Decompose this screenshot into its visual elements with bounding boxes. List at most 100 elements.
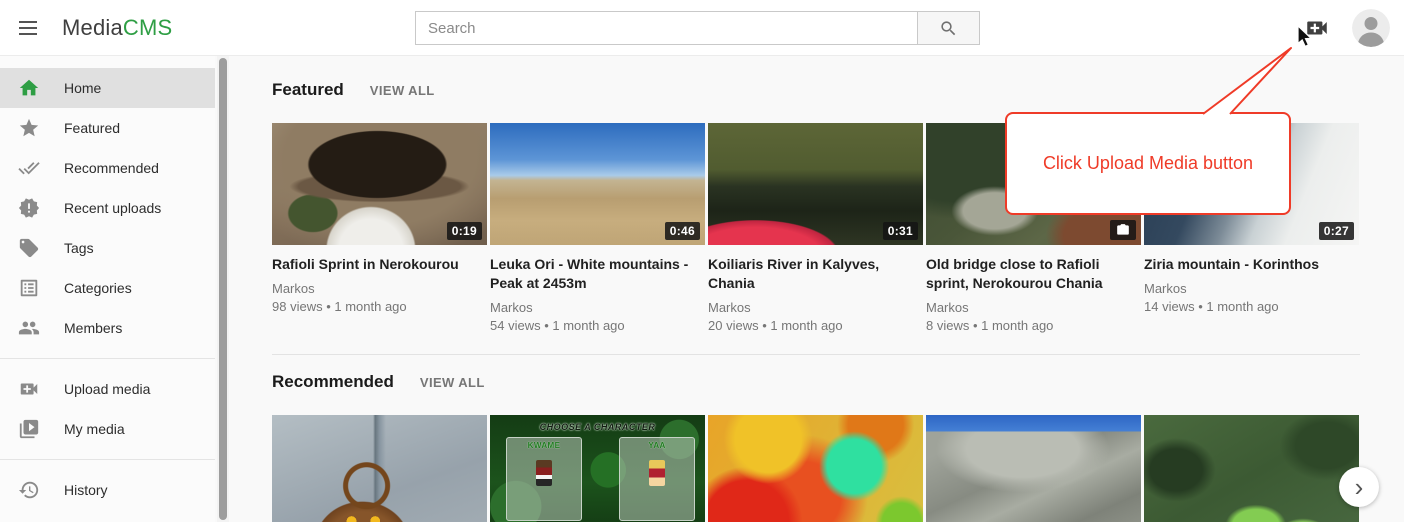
video-thumbnail-green-leaves[interactable]: [1144, 415, 1359, 522]
video-meta: 98 views • 1 month ago: [272, 299, 487, 314]
video-title[interactable]: Rafioli Sprint in Nerokourou: [272, 255, 487, 274]
sidebar-item-categories[interactable]: Categories: [0, 268, 215, 308]
recommended-cards-row: CHOOSE A CHARACTER KWAME YAA Selected Se…: [272, 415, 1404, 522]
video-title[interactable]: Leuka Ori - White mountains - Peak at 24…: [490, 255, 705, 293]
my-media-icon: [18, 418, 40, 440]
video-author[interactable]: Markos: [708, 300, 923, 315]
video-thumbnail-stone-fountain[interactable]: 0:19: [272, 123, 487, 245]
sidebar-item-recent-uploads[interactable]: Recent uploads: [0, 188, 215, 228]
sidebar-item-label: Members: [64, 320, 122, 336]
categories-icon: [18, 277, 40, 299]
double-check-icon: [18, 157, 40, 179]
section-recommended: Recommended VIEW ALL CHOOSE A CHARACTER …: [272, 372, 1404, 522]
game-character-name: KWAME: [507, 441, 581, 450]
new-releases-icon: [18, 197, 40, 219]
header-actions: [1304, 0, 1390, 56]
game-panel-left: KWAME: [506, 437, 582, 521]
upload-media-icon: [18, 378, 40, 400]
video-thumbnail-rocky-slope[interactable]: [926, 415, 1141, 522]
app-logo[interactable]: MediaCMS: [62, 15, 172, 41]
sidebar-item-recommended[interactable]: Recommended: [0, 148, 215, 188]
search-bar: [415, 11, 980, 45]
video-meta: 14 views • 1 month ago: [1144, 299, 1359, 314]
sidebar-divider: [0, 459, 215, 460]
sidebar-item-label: Recommended: [64, 160, 159, 176]
sidebar-item-label: Tags: [64, 240, 94, 256]
sidebar-item-label: My media: [64, 421, 125, 437]
tag-icon: [18, 237, 40, 259]
sidebar-item-label: Home: [64, 80, 101, 96]
video-title[interactable]: Old bridge close to Rafioli sprint, Nero…: [926, 255, 1141, 293]
sidebar-item-members[interactable]: Members: [0, 308, 215, 348]
video-author[interactable]: Markos: [1144, 281, 1359, 296]
video-meta: 54 views • 1 month ago: [490, 318, 705, 333]
duration-badge: 0:19: [447, 222, 482, 240]
duration-badge: 0:46: [665, 222, 700, 240]
scrollbar-thumb[interactable]: [219, 58, 227, 520]
sidebar-item-label: Recent uploads: [64, 200, 161, 216]
sidebar-item-tags[interactable]: Tags: [0, 228, 215, 268]
sidebar-divider: [0, 358, 215, 359]
game-character-sprite: [536, 460, 552, 486]
section-divider: [272, 354, 1360, 355]
sidebar-item-upload-media[interactable]: Upload media: [0, 369, 215, 409]
video-meta: 20 views • 1 month ago: [708, 318, 923, 333]
logo-cms: CMS: [123, 15, 173, 40]
sidebar-item-home[interactable]: Home: [0, 68, 215, 108]
video-card[interactable]: [1144, 415, 1359, 522]
person-icon: [1352, 9, 1390, 47]
search-icon: [939, 19, 958, 38]
video-thumbnail-desert-mountains[interactable]: 0:46: [490, 123, 705, 245]
video-card[interactable]: [926, 415, 1141, 522]
carousel-next-button[interactable]: ›: [1339, 467, 1379, 507]
video-thumbnail-river-kayak[interactable]: 0:31: [708, 123, 923, 245]
video-author[interactable]: Markos: [490, 300, 705, 315]
video-card[interactable]: CHOOSE A CHARACTER KWAME YAA Selected Se…: [490, 415, 705, 522]
game-character-sprite: [649, 460, 665, 486]
search-input[interactable]: [415, 11, 917, 45]
game-title-text: CHOOSE A CHARACTER: [490, 422, 705, 432]
video-thumbnail-color-gradient[interactable]: [708, 415, 923, 522]
video-author[interactable]: Markos: [272, 281, 487, 296]
video-card[interactable]: [708, 415, 923, 522]
video-meta: 8 views • 1 month ago: [926, 318, 1141, 333]
hamburger-icon[interactable]: [14, 14, 42, 42]
camera-icon: [1110, 220, 1136, 240]
video-thumbnail-character-game[interactable]: CHOOSE A CHARACTER KWAME YAA Selected Se…: [490, 415, 705, 522]
home-icon: [18, 77, 40, 99]
sidebar-item-label: History: [64, 482, 108, 498]
video-card[interactable]: 0:19 Rafioli Sprint in Nerokourou Markos…: [272, 123, 487, 333]
callout-text: Click Upload Media button: [1043, 153, 1253, 174]
sidebar: Home Featured Recommended Recent uploads…: [0, 56, 215, 522]
video-card[interactable]: 0:46 Leuka Ori - White mountains - Peak …: [490, 123, 705, 333]
video-title[interactable]: Ziria mountain - Korinthos: [1144, 255, 1359, 274]
video-thumbnail-pumpkin-craft[interactable]: [272, 415, 487, 522]
video-author[interactable]: Markos: [926, 300, 1141, 315]
sidebar-scrollbar[interactable]: [217, 56, 229, 522]
upload-media-icon[interactable]: [1304, 15, 1330, 41]
sidebar-item-history[interactable]: History: [0, 470, 215, 510]
video-title[interactable]: Koiliaris River in Kalyves, Chania: [708, 255, 923, 293]
duration-badge: 0:27: [1319, 222, 1354, 240]
section-title: Featured: [272, 80, 344, 100]
sidebar-item-label: Featured: [64, 120, 120, 136]
user-avatar[interactable]: [1352, 9, 1390, 47]
logo-media: Media: [62, 15, 123, 40]
game-character-name: YAA: [620, 441, 694, 450]
top-bar: MediaCMS: [0, 0, 1404, 56]
duration-badge: 0:31: [883, 222, 918, 240]
section-title: Recommended: [272, 372, 394, 392]
sidebar-item-label: Categories: [64, 280, 132, 296]
members-icon: [18, 317, 40, 339]
chevron-right-icon: ›: [1355, 472, 1364, 502]
view-all-link[interactable]: VIEW ALL: [420, 375, 485, 390]
search-button[interactable]: [917, 11, 980, 45]
game-panel-right: YAA: [619, 437, 695, 521]
video-card[interactable]: [272, 415, 487, 522]
sidebar-item-my-media[interactable]: My media: [0, 409, 215, 449]
sidebar-item-featured[interactable]: Featured: [0, 108, 215, 148]
view-all-link[interactable]: VIEW ALL: [370, 83, 435, 98]
video-card[interactable]: 0:31 Koiliaris River in Kalyves, Chania …: [708, 123, 923, 333]
sidebar-item-label: Upload media: [64, 381, 150, 397]
history-icon: [18, 479, 40, 501]
